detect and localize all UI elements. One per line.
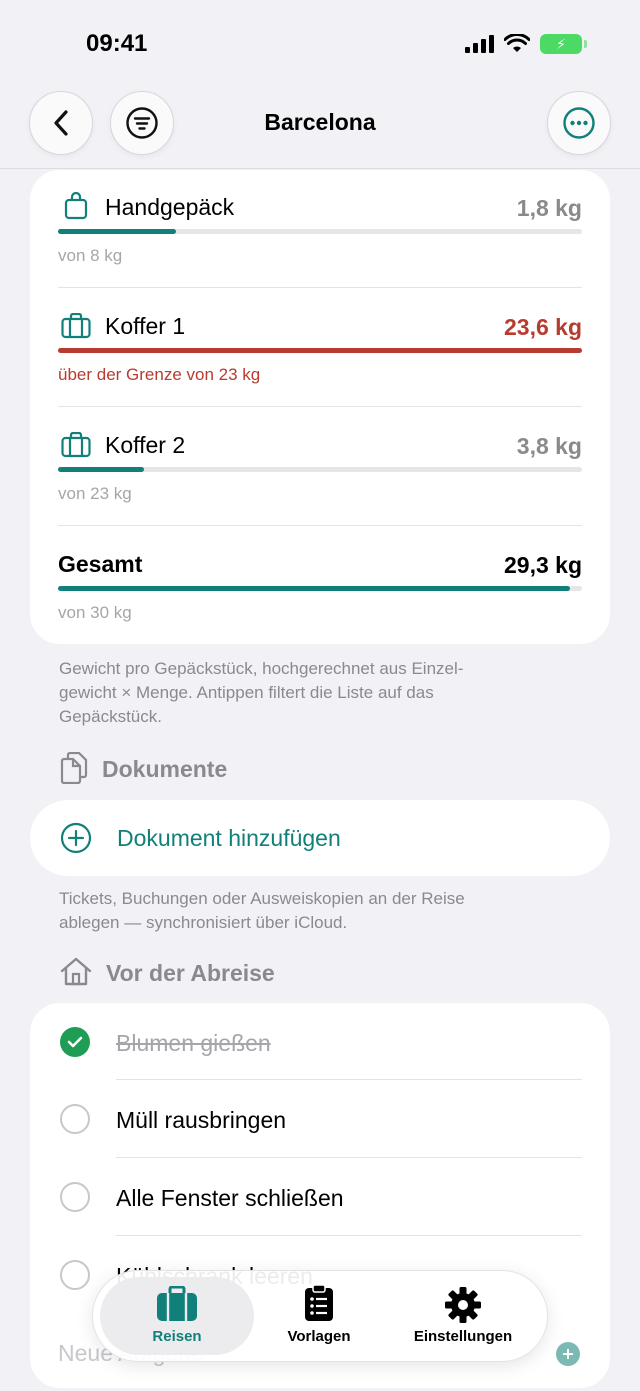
task-label: Alle Fenster schließen (116, 1185, 344, 1211)
luggage-row-koffer-1[interactable]: Koffer 1 23,6 kg über der Grenze von 23 … (58, 305, 582, 401)
row-divider (58, 406, 582, 407)
documents-icon (60, 752, 88, 784)
add-document-button[interactable]: Dokument hinzufügen (30, 800, 610, 876)
weight-progress-track (58, 348, 582, 353)
weight-progress-track (58, 229, 582, 234)
more-options-button[interactable] (547, 91, 611, 155)
documents-footnote: Tickets, Buchungen oder Ausweiskopien an… (59, 889, 465, 932)
row-divider (116, 1235, 582, 1236)
total-progress-track (58, 586, 582, 591)
over-limit-warning: über der Grenze von 23 kg (58, 365, 261, 384)
total-limit: von 30 kg (58, 603, 132, 622)
documents-section-title: Dokumente (102, 756, 228, 782)
suitcase-icon (157, 1286, 197, 1321)
luggage-weight: 1,8 kg (516, 195, 582, 221)
bag-icon (64, 192, 88, 220)
clipboard-list-icon (305, 1284, 333, 1321)
tab-label: Reisen (152, 1328, 202, 1345)
gear-icon (445, 1287, 481, 1323)
status-icons: ⚡ (465, 34, 587, 54)
luggage-limit: von 8 kg (58, 246, 123, 265)
status-time: 09:41 (86, 30, 148, 57)
row-divider (116, 1079, 582, 1080)
plus-circle-icon (60, 822, 92, 854)
suitcase-icon (61, 432, 91, 458)
weight-progress-fill (58, 467, 145, 472)
tab-einstellungen[interactable]: Einstellungen (392, 1280, 534, 1352)
luggage-name: Koffer 2 (105, 432, 186, 458)
empty-circle-icon[interactable] (60, 1104, 90, 1134)
page-title: Barcelona (264, 109, 376, 135)
tab-reisen[interactable]: Reisen (100, 1280, 254, 1352)
total-weight: 29,3 kg (504, 552, 582, 578)
wifi-icon (504, 34, 530, 52)
departure-section-title: Vor der Abreise (106, 960, 275, 986)
luggage-weight: 3,8 kg (516, 433, 582, 459)
add-document-label: Dokument hinzufügen (117, 825, 341, 851)
task-item[interactable]: Müll rausbringen (58, 1087, 582, 1153)
ellipsis-circle-icon (563, 107, 595, 139)
checkmark-circle-icon[interactable] (60, 1027, 90, 1057)
house-icon (60, 957, 92, 986)
task-label: Müll rausbringen (116, 1107, 287, 1133)
tab-vorlagen[interactable]: Vorlagen (262, 1280, 376, 1352)
luggage-name: Handgepäck (105, 194, 235, 220)
total-progress-fill (58, 586, 570, 591)
tab-label: Vorlagen (287, 1328, 351, 1345)
task-item[interactable]: Alle Fenster schließen (58, 1165, 582, 1231)
tab-label: Einstellungen (413, 1328, 513, 1345)
suitcase-icon (61, 313, 91, 339)
cellular-signal-icon (465, 35, 494, 53)
nav-divider (0, 168, 640, 169)
weight-progress-fill (58, 229, 176, 234)
empty-circle-icon[interactable] (60, 1260, 90, 1290)
battery-charging-icon: ⚡ (540, 34, 587, 54)
empty-circle-icon[interactable] (60, 1182, 90, 1212)
luggage-row-handgepaeck[interactable]: Handgepäck 1,8 kg von 8 kg (58, 186, 582, 282)
luggage-weight-over-limit: 23,6 kg (504, 314, 582, 340)
total-label: Gesamt (58, 551, 143, 577)
task-label: Blumen gießen (116, 1030, 271, 1056)
task-item-done[interactable]: Blumen gießen (58, 1010, 582, 1076)
row-divider (116, 1157, 582, 1158)
luggage-name: Koffer 1 (105, 313, 186, 339)
weight-progress-fill (58, 348, 582, 353)
weight-progress-track (58, 467, 582, 472)
row-divider (58, 525, 582, 526)
row-divider (58, 287, 582, 288)
weight-footnote: Gewicht pro Gepäckstück, hochgerechnet a… (59, 659, 464, 726)
luggage-limit: von 23 kg (58, 484, 132, 503)
plus-circle-icon[interactable] (556, 1342, 580, 1366)
luggage-total-row[interactable]: Gesamt 29,3 kg von 30 kg (58, 543, 582, 639)
luggage-row-koffer-2[interactable]: Koffer 2 3,8 kg von 23 kg (58, 424, 582, 520)
